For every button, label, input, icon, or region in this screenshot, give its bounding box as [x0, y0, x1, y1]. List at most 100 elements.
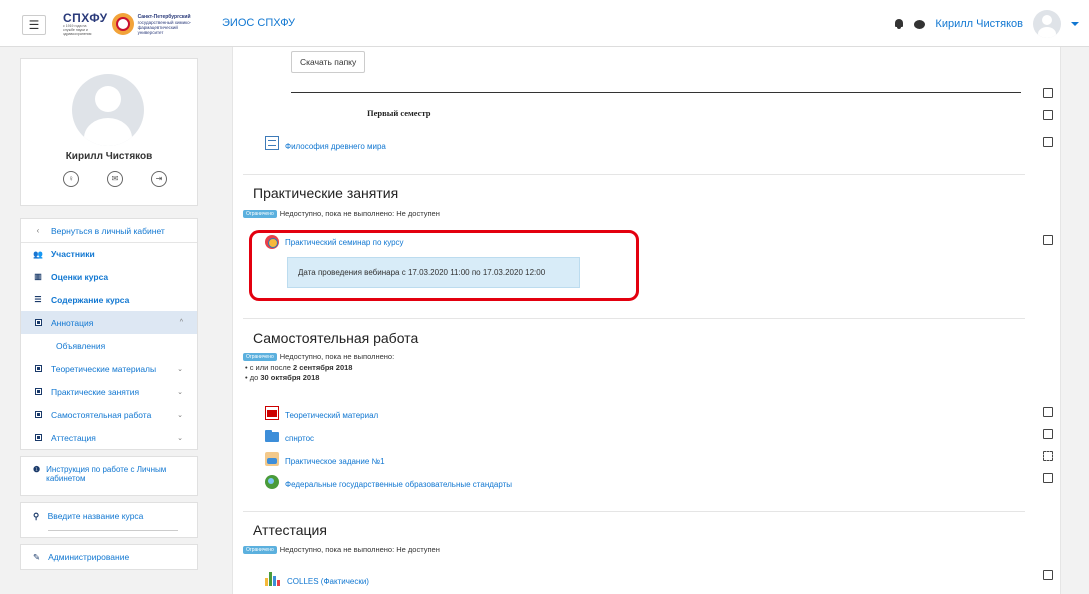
admin-label: Администрирование [48, 552, 130, 562]
nav-annotation-label: Аннотация [51, 317, 94, 328]
top-navbar: ☰ СПХФУ с 1919 года на службе науки и зд… [0, 0, 1089, 47]
section-title-attestation: Аттестация [253, 522, 327, 538]
nav-practice-label: Практические занятия [51, 386, 140, 397]
site-name-link[interactable]: ЭИОС СПХФУ [222, 17, 295, 29]
chevron-down-icon[interactable]: ⌄ [177, 434, 183, 442]
section-divider [243, 511, 1025, 512]
section-icon [33, 388, 43, 395]
instruction-link[interactable]: ❶ Инструкция по работе с Личным кабинето… [20, 456, 198, 496]
restriction-info: Ограничено Недоступно, пока не выполнено… [243, 545, 440, 554]
logo-university-name: Санкт-Петербургский государственный химик… [138, 14, 200, 35]
user-avatar[interactable] [1033, 10, 1061, 38]
nav-grades[interactable]: ▥ Оценки курса [21, 265, 197, 288]
nav-announcements[interactable]: Объявления [21, 334, 197, 357]
instruction-label: Инструкция по работе с Личным кабинетом [46, 465, 167, 483]
divider [291, 92, 1021, 93]
bell-icon[interactable] [894, 18, 904, 30]
completion-checkbox[interactable] [1043, 137, 1053, 147]
logout-icon[interactable]: ⇥ [151, 171, 167, 187]
info-icon: ❶ [33, 465, 41, 474]
chevron-down-icon[interactable]: ⌄ [177, 388, 183, 396]
colles-link[interactable]: COLLES (Фактически) [287, 577, 369, 586]
user-menu-name[interactable]: Кирилл Чистяков [935, 18, 1023, 30]
nav-participants[interactable]: 👥 Участники [21, 242, 197, 265]
profile-avatar [72, 74, 144, 146]
philosophy-activity[interactable]: Философия древнего мира [265, 134, 386, 151]
globe-icon [265, 475, 279, 489]
theory-material-link[interactable]: Теоретический материал [285, 411, 378, 420]
completion-checkbox[interactable] [1043, 429, 1053, 439]
folder-activity[interactable]: спнртос [265, 429, 314, 443]
nav-attestation-label: Аттестация [51, 432, 96, 443]
restriction-info: Ограничено Недоступно, пока не выполнено… [243, 352, 394, 361]
logo-abbreviation: СПХФУ [63, 11, 108, 25]
hamburger-icon: ☰ [28, 18, 40, 32]
section-icon [33, 365, 43, 372]
section-icon [33, 319, 43, 326]
nav-selfwork-label: Самостоятельная работа [51, 409, 152, 420]
standards-link[interactable]: Федеральные государственные образователь… [285, 480, 512, 489]
nav-theory[interactable]: Теоретические материалы ⌄ [21, 357, 197, 380]
chevron-up-icon[interactable]: ^ [180, 319, 183, 326]
nav-back-label: Вернуться в личный кабинет [51, 225, 165, 236]
chat-icon[interactable] [914, 19, 926, 29]
message-icon[interactable]: ✉ [107, 171, 123, 187]
folder-icon [265, 429, 279, 442]
chevron-down-icon[interactable]: ⌄ [177, 365, 183, 373]
highlight-outline [249, 230, 639, 301]
assignment-link[interactable]: Практическое задание №1 [285, 457, 385, 466]
section-title-practice: Практические занятия [253, 185, 399, 201]
chevron-down-icon[interactable]: ⌄ [177, 411, 183, 419]
completion-checkbox[interactable] [1043, 110, 1053, 120]
condition-prefix: до [249, 373, 259, 382]
page-icon [265, 135, 279, 150]
nav-contents[interactable]: ☰ Содержание курса [21, 288, 197, 311]
pdf-icon [265, 405, 279, 420]
nav-contents-label: Содержание курса [51, 294, 130, 305]
nav-grades-label: Оценки курса [51, 271, 109, 282]
folder-link[interactable]: спнртос [285, 434, 314, 443]
download-folder-button[interactable]: Скачать папку [291, 51, 366, 73]
bar-chart-icon: ▥ [34, 272, 42, 281]
colles-activity[interactable]: COLLES (Фактически) [265, 569, 369, 586]
restriction-text: Недоступно, пока не выполнено: Не доступ… [279, 209, 440, 218]
profile-icon[interactable]: ♀ [63, 171, 79, 187]
completion-checkbox[interactable] [1043, 88, 1053, 98]
nav-practice[interactable]: Практические занятия ⌄ [21, 380, 197, 403]
assignment-icon [265, 452, 279, 466]
theory-material-activity[interactable]: Теоретический материал [265, 405, 378, 420]
admin-link[interactable]: ✎ Администрирование [20, 544, 198, 570]
nav-attestation[interactable]: Аттестация ⌄ [21, 426, 197, 449]
nav-selfwork[interactable]: Самостоятельная работа ⌄ [21, 403, 197, 426]
completion-checkbox[interactable] [1043, 407, 1053, 417]
assignment-activity[interactable]: Практическое задание №1 [265, 452, 385, 466]
completion-checkbox[interactable] [1043, 235, 1053, 245]
standards-activity[interactable]: Федеральные государственные образователь… [265, 475, 512, 489]
nav-annotation[interactable]: Аннотация ^ [21, 311, 197, 334]
chevron-down-icon[interactable] [1071, 22, 1079, 26]
menu-toggle-button[interactable]: ☰ [22, 15, 46, 35]
chart-icon [265, 570, 281, 586]
nav-theory-label: Теоретические материалы [51, 363, 157, 374]
course-search[interactable]: ⚲ Введите название курса [20, 502, 198, 538]
section-icon [33, 411, 43, 418]
condition-prefix: с или после [249, 363, 291, 372]
section-title-selfwork: Самостоятельная работа [253, 330, 419, 346]
section-divider [243, 318, 1025, 319]
philosophy-link[interactable]: Философия древнего мира [285, 142, 386, 151]
university-logo[interactable]: СПХФУ с 1919 года на службе науки и здра… [63, 12, 200, 36]
condition-date: 2 сентября 2018 [293, 363, 353, 372]
search-icon: ⚲ [33, 511, 40, 521]
emblem-icon [111, 13, 134, 35]
profile-name: Кирилл Чистяков [65, 151, 153, 162]
completion-checkbox[interactable] [1043, 451, 1053, 461]
condition-date: 30 октября 2018 [260, 373, 320, 382]
logo-university-rest: государственный химико-фармацевтический … [137, 19, 192, 35]
list-icon: ☰ [34, 295, 42, 304]
semester-label: Первый семестр [367, 108, 431, 118]
nav-back-link[interactable]: ‹ Вернуться в личный кабинет [21, 219, 197, 242]
course-navigation: ‹ Вернуться в личный кабинет 👥 Участники ▥… [20, 218, 198, 450]
search-input[interactable]: Введите название курса [48, 511, 144, 521]
completion-checkbox[interactable] [1043, 570, 1053, 580]
completion-checkbox[interactable] [1043, 473, 1053, 483]
